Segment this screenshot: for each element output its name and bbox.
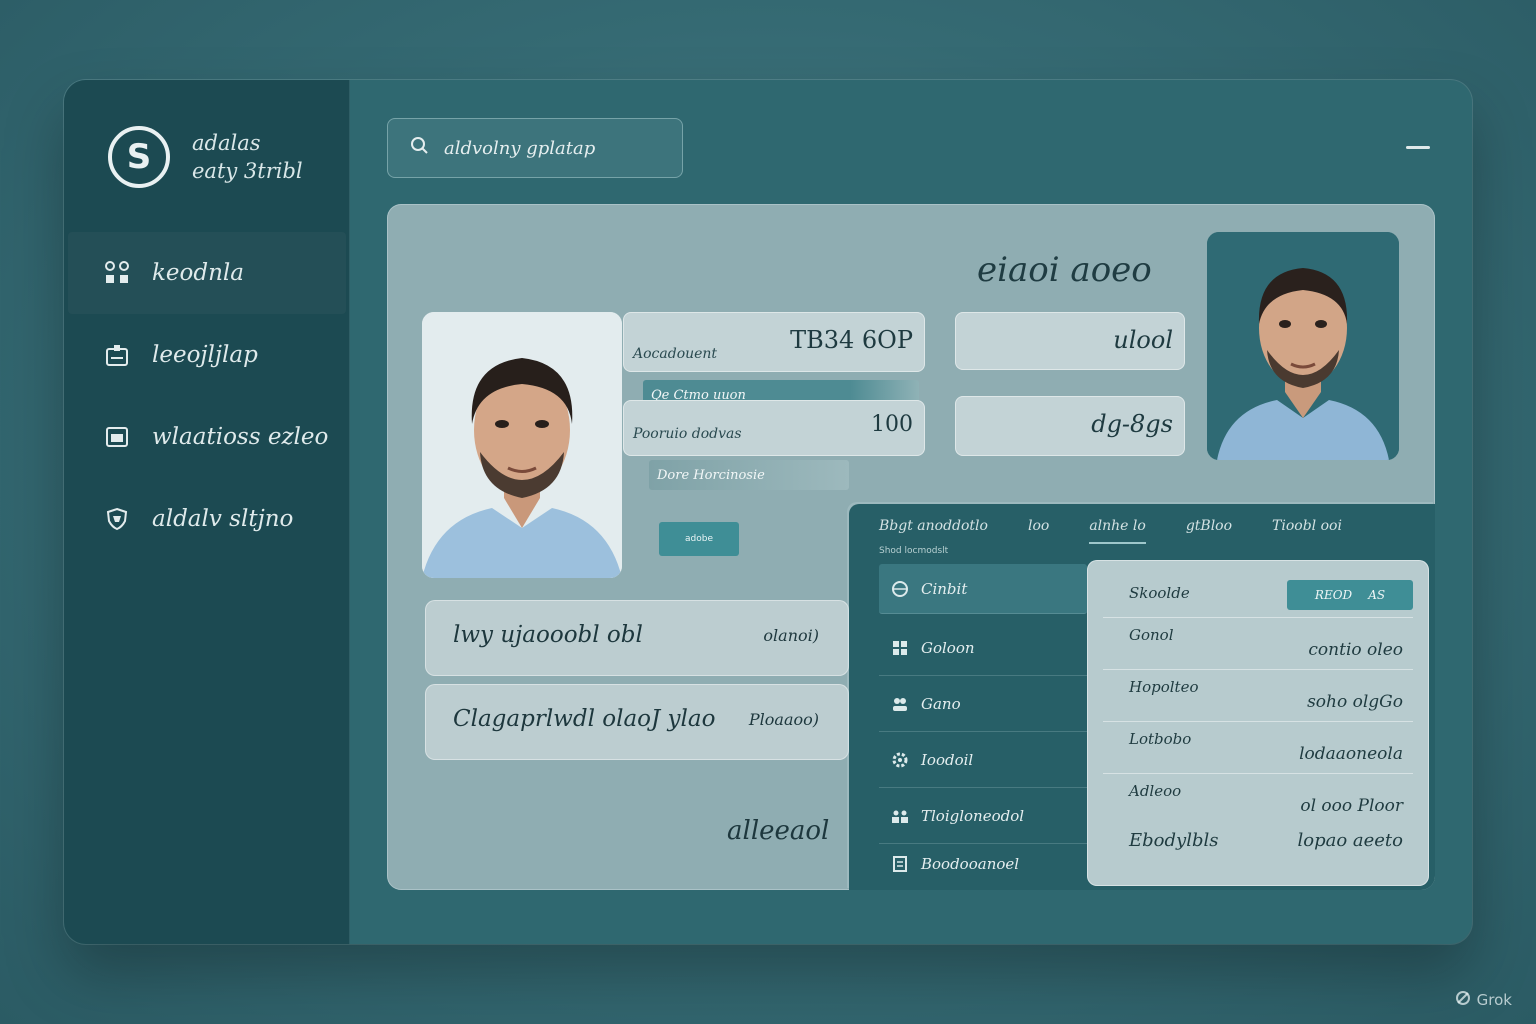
detail-row: Lotbobo lodaaoneola [1103,722,1413,774]
brand[interactable]: S adalas eaty 3tribl [108,126,303,188]
page-title: eiaoi aoeo [977,250,1152,290]
brand-logo-icon: S [108,126,170,188]
detail-value: lopao aeeto [1297,830,1403,851]
sidebar-item-label: wlaatioss ezleo [152,424,329,450]
brand-line-1: adalas [192,131,261,155]
id-field[interactable]: Aocadouent TB34 6OP [623,312,925,372]
detail-value-2: dg-8gs [1091,410,1173,438]
tab-1[interactable]: Bbgt anoddotlo [879,518,988,544]
list-item[interactable]: Gano [879,676,1087,732]
app-window: S adalas eaty 3tribl keodnla leeojljlap [64,80,1472,944]
list-item[interactable]: Cinbit [879,564,1087,614]
info-row-main: lwy ujaooobl obl [453,622,643,648]
detail-row: Gonol contio oleo [1103,618,1413,670]
detail-key: Hopolteo [1129,678,1199,696]
count-label: Pooruio dodvas [633,426,742,442]
tab-5[interactable]: Tioobl ooi [1272,518,1342,544]
list-item[interactable]: Boodooanoel [879,844,1087,884]
tab-4[interactable]: gtBloo [1186,518,1232,544]
sidebar-item-label: keodnla [152,260,244,286]
settings-icon [891,751,909,769]
globe-icon [891,580,909,598]
search-text: aldvolny gplatap [444,137,596,159]
list-item-label: Goloon [921,638,975,657]
sidebar-item-label: leeojljlap [152,342,258,368]
sub-list: Cinbit Goloon Gano Ioodoil Tloigloneodol… [879,564,1087,884]
grid-icon [891,639,909,657]
detail-row: Skoolde REOD AS [1103,566,1413,618]
brand-line-2: eaty 3tribl [192,159,303,183]
calendar-icon [104,425,130,449]
status-badge[interactable]: REOD AS [1287,580,1413,610]
profile-photo-secondary [1207,232,1399,460]
detail-row: Hopolteo soho olgGo [1103,670,1413,722]
list-item-label: Cinbit [921,579,968,598]
detail-subwindow: Bbgt anoddotlo loo alnhe lo gtBloo Tioob… [849,504,1435,890]
detail-field-1[interactable]: ulool [955,312,1185,370]
list-item-label: Tloigloneodol [921,806,1025,825]
people-icon [891,695,909,713]
detail-value: ol ooo Ploor [1300,796,1403,816]
list-item-label: Ioodoil [921,750,974,769]
sidebar-item-label: aldalv sltjno [152,506,294,532]
info-row-side: olanoi) [763,626,819,645]
info-row-side: Ploaaoo) [748,710,819,729]
brand-name: adalas eaty 3tribl [192,129,303,185]
grok-icon [1455,990,1471,1010]
count-field[interactable]: Pooruio dodvas 100 [623,400,925,456]
info-row-2[interactable]: Clagaprlwdl olaoJ ylao Ploaaoo) [425,684,849,760]
id-value: TB34 6OP [790,326,913,354]
profile-panel: eiaoi aoeo Aocadouent TB34 6OP Qe Ctmo u… [387,204,1435,890]
detail-key: Skoolde [1129,584,1190,602]
detail-key: Ebodylbls [1129,830,1219,851]
sidebar-item-4[interactable]: aldalv sltjno [68,478,346,560]
detail-field-2[interactable]: dg-8gs [955,396,1185,456]
detail-row: Adleoo ol ooo Ploor [1103,774,1413,826]
detail-value-1: ulool [1113,326,1173,354]
count-value: 100 [871,412,913,437]
list-item[interactable]: Goloon [879,620,1087,676]
sidebar-item-3[interactable]: wlaatioss ezleo [68,396,346,478]
watermark: Grok [1455,990,1512,1010]
badge-extra: AS [1368,588,1386,602]
info-row-main: Clagaprlwdl olaoJ ylao [453,706,716,732]
list-item-label: Boodooanoel [921,855,1020,873]
detail-key: Adleoo [1129,782,1182,800]
info-row-1[interactable]: lwy ujaooobl obl olanoi) [425,600,849,676]
detail-value: contio oleo [1308,640,1403,660]
sub-tabs: Bbgt anoddotlo loo alnhe lo gtBloo Tioob… [879,518,1415,544]
shield-icon [104,507,130,531]
search-icon [410,136,430,161]
panel-footer: alleeaol [727,816,830,846]
sidebar-item-1[interactable]: keodnla [68,232,346,314]
list-item[interactable]: Tloigloneodol [879,788,1087,844]
badge-label: REOD [1314,588,1353,602]
detail-key: Gonol [1129,626,1174,644]
team-icon [891,807,909,825]
tab-3[interactable]: alnhe lo [1089,518,1146,544]
progress-bar-2[interactable]: Dore Horcinosie [649,460,849,490]
hierarchy-icon [104,261,130,285]
detail-row: Ebodylbls lopao aeeto [1103,824,1413,876]
document-icon [891,855,909,873]
id-label: Aocadouent [633,346,718,362]
profile-photo [422,312,622,578]
sidebar-item-2[interactable]: leeojljlap [68,314,346,396]
detail-card: Skoolde REOD AS Gonol contio oleo Hopolt… [1087,560,1429,886]
detail-key: Lotbobo [1129,730,1192,748]
sidebar-nav: keodnla leeojljlap wlaatioss ezleo aldal… [68,232,346,560]
detail-value: lodaaoneola [1299,744,1403,764]
action-button[interactable]: adobe [659,522,739,556]
watermark-text: Grok [1476,991,1512,1009]
sidebar: S adalas eaty 3tribl keodnla leeojljlap [64,80,350,944]
tab-caption: Shod locmodslt [879,546,949,556]
detail-value: soho olgGo [1307,692,1403,712]
minimize-button[interactable] [1406,146,1430,149]
list-item[interactable]: Ioodoil [879,732,1087,788]
id-card-icon [104,343,130,367]
list-item-label: Gano [921,694,961,713]
tab-2[interactable]: loo [1028,518,1049,544]
search-input[interactable]: aldvolny gplatap [387,118,683,178]
